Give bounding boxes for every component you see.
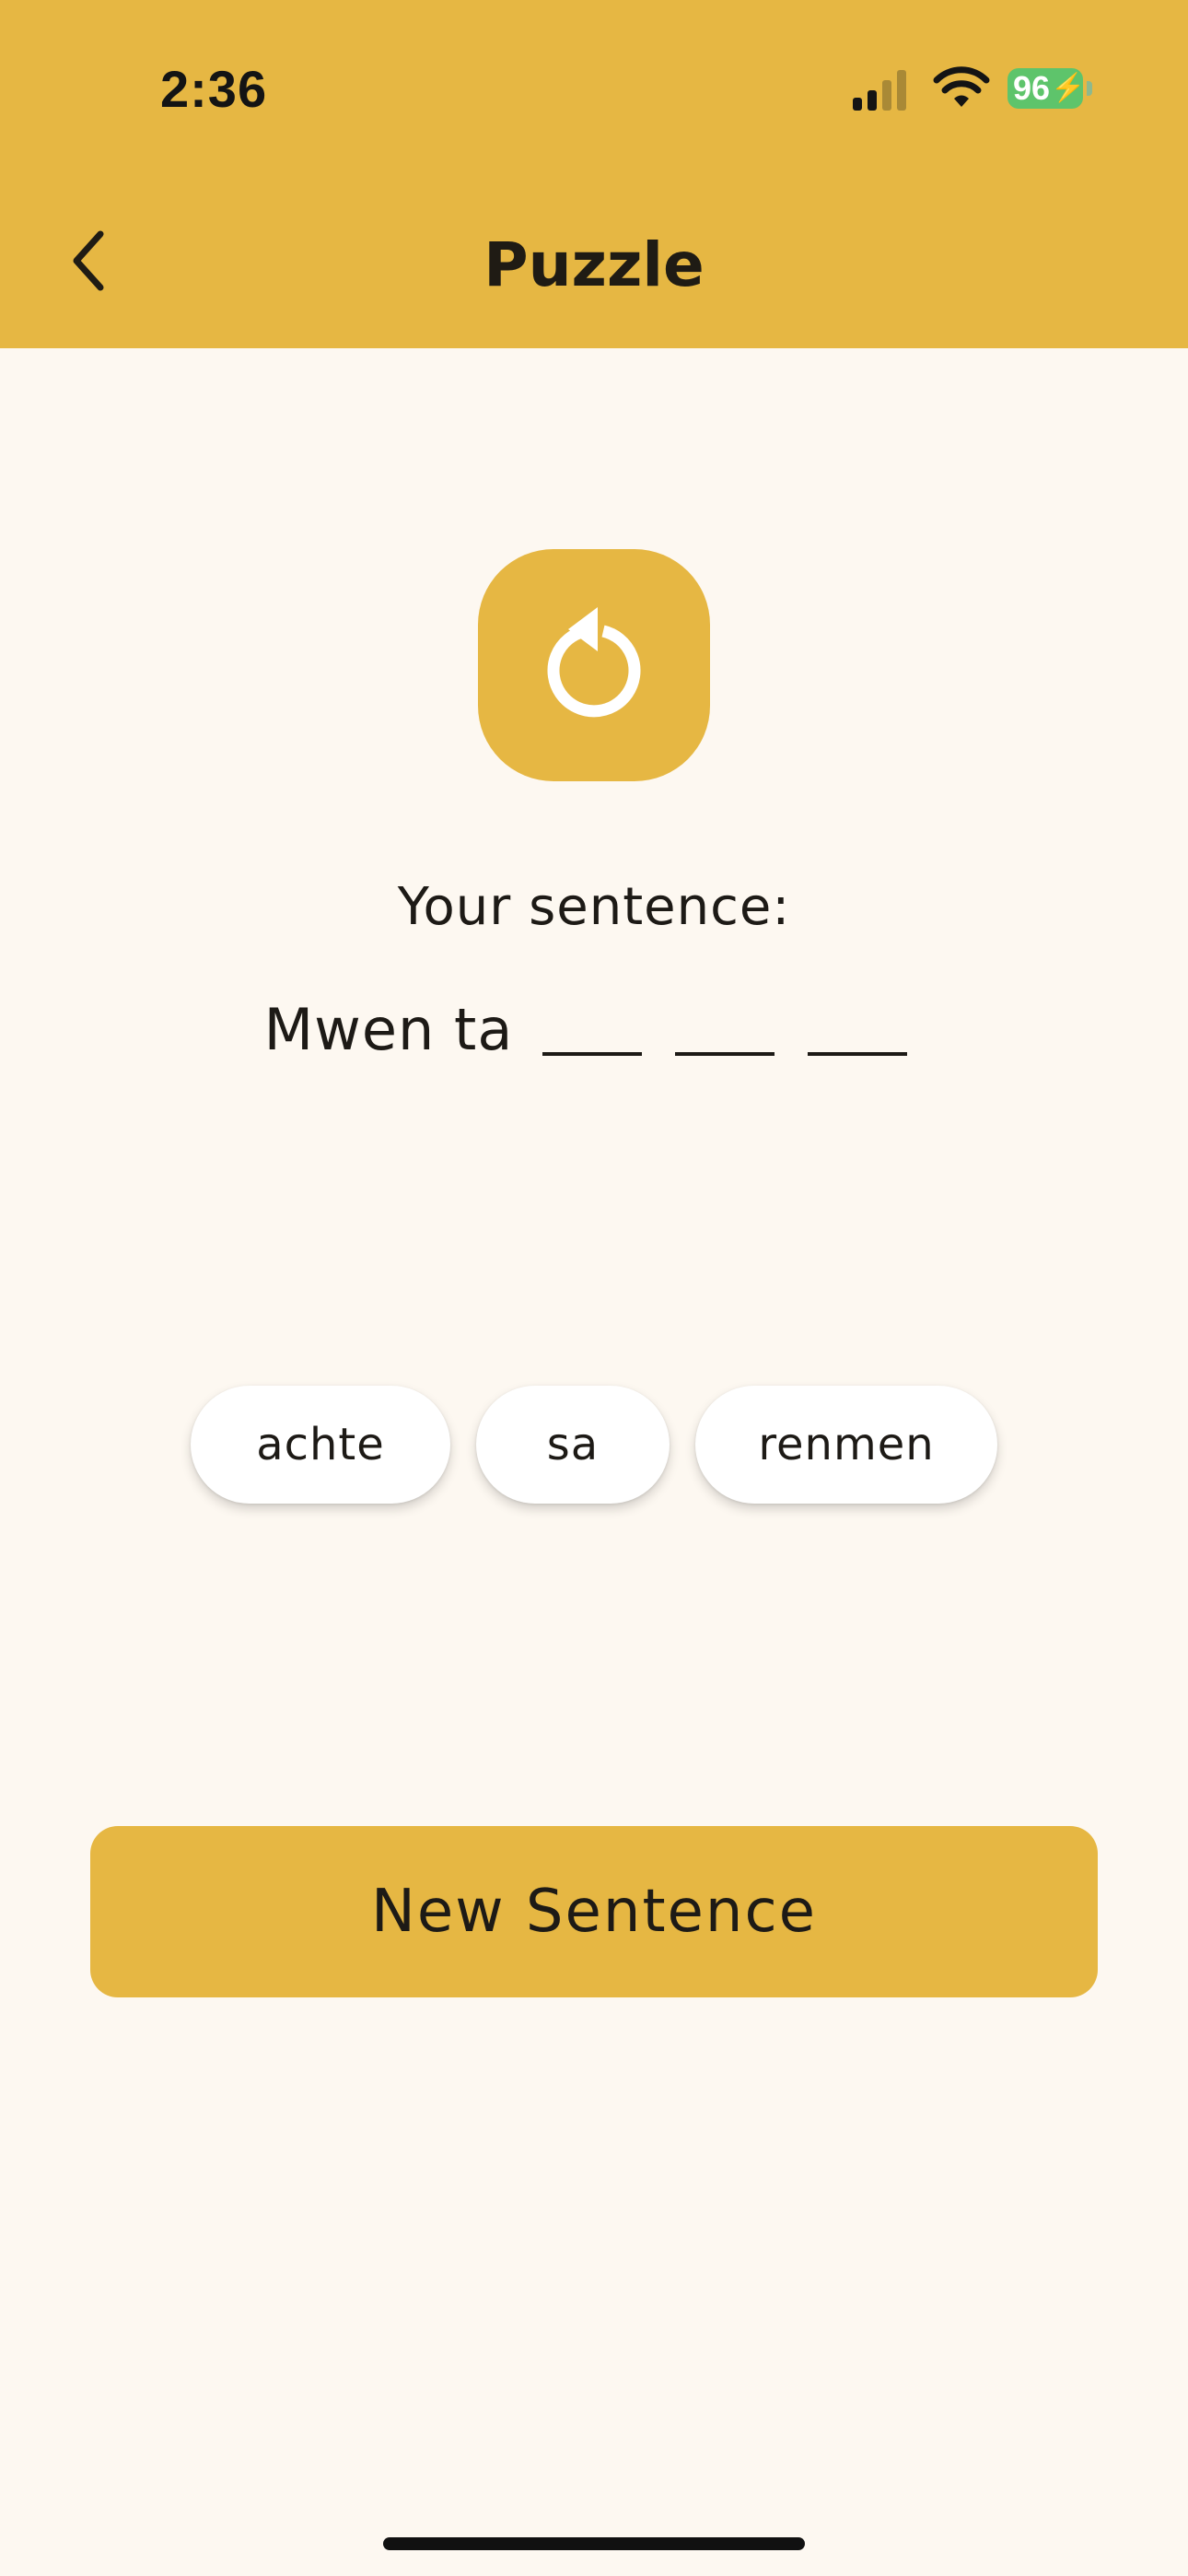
battery-percent: 96 [1013, 69, 1051, 107]
wifi-icon [933, 66, 990, 107]
top-app-bar: 2:36 96 ⚡ Puzzle [0, 0, 1188, 348]
page-title: Puzzle [483, 229, 705, 300]
cellular-signal-icon [853, 70, 906, 111]
battery-bolt-icon: ⚡ [1051, 73, 1086, 103]
battery-charging-icon: 96 ⚡ [1007, 68, 1086, 109]
sentence-blank [675, 995, 775, 1056]
word-chip[interactable]: achte [191, 1386, 450, 1504]
sentence-blank [808, 995, 908, 1056]
word-chip[interactable]: renmen [695, 1386, 997, 1504]
sentence-display: Mwen ta [0, 993, 1188, 1067]
new-sentence-button[interactable]: New Sentence [90, 1826, 1098, 1997]
battery-cap [1087, 81, 1092, 96]
sentence-label: Your sentence: [397, 877, 791, 937]
refresh-button[interactable] [478, 549, 710, 781]
sentence-prefix: Mwen ta [263, 996, 514, 1063]
word-chip[interactable]: sa [476, 1386, 670, 1504]
status-time: 2:36 [160, 60, 268, 118]
word-chip-list: achte sa renmen [0, 1386, 1188, 1504]
sentence-blank [542, 995, 643, 1056]
home-indicator[interactable] [383, 2537, 805, 2550]
refresh-icon [547, 607, 641, 718]
